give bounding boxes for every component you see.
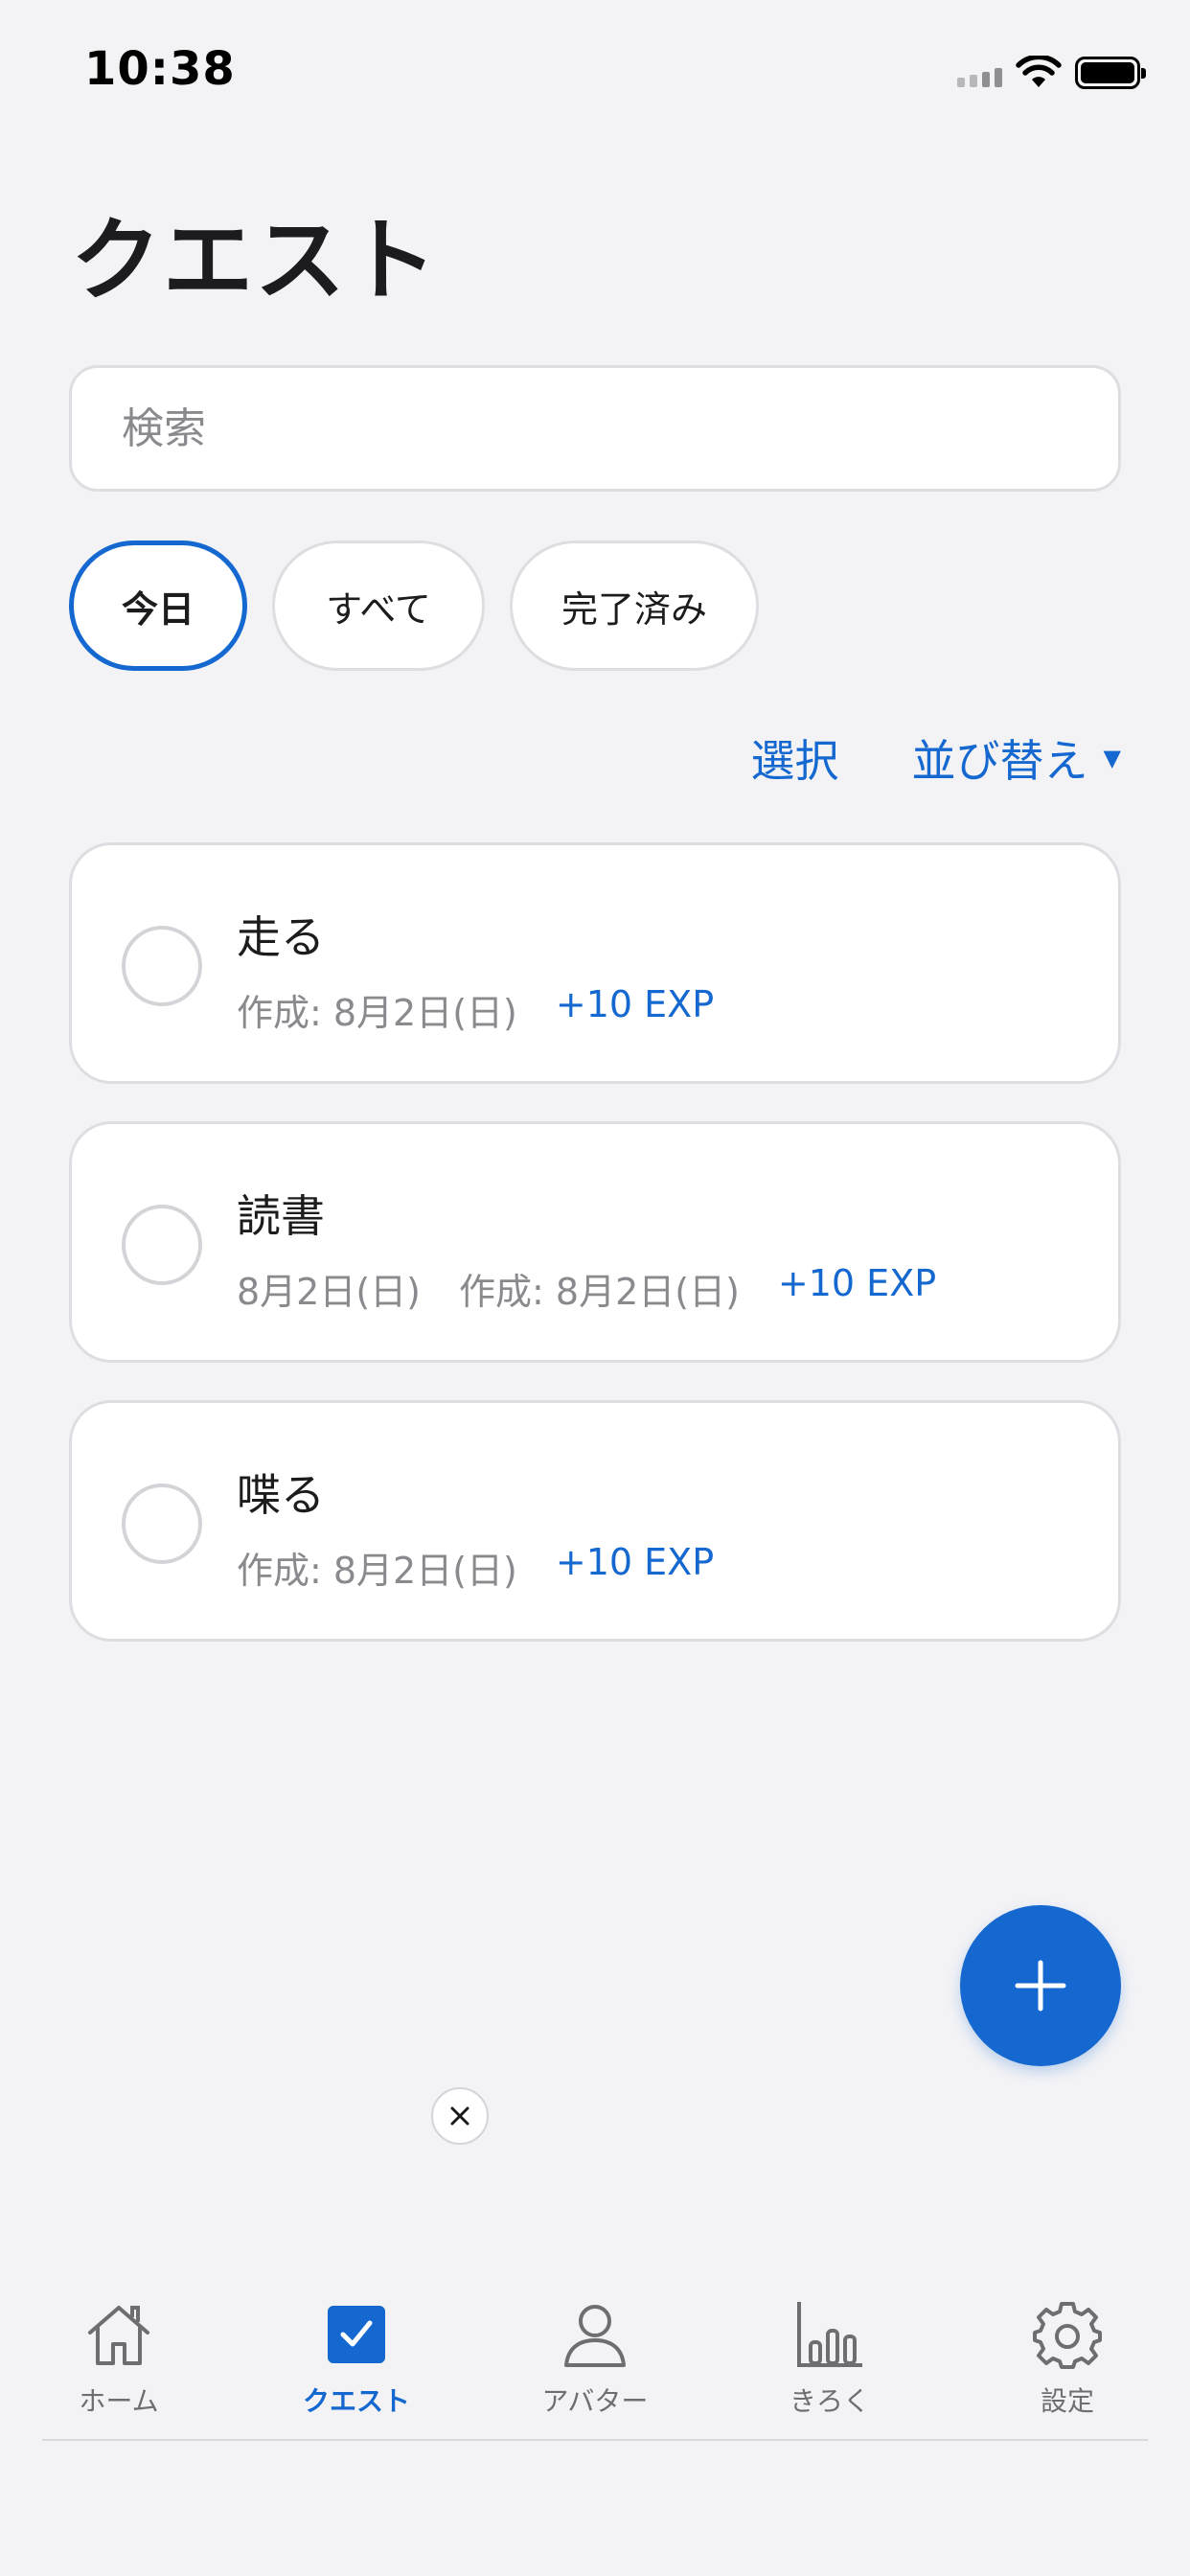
cellular-signal-icon [957, 58, 1002, 87]
quest-created-date: 作成: 8月2日(日) [237, 1550, 517, 1592]
dismiss-button[interactable] [431, 2087, 489, 2145]
home-icon [82, 2298, 155, 2371]
tab-avatar[interactable]: アバター [499, 2298, 691, 2432]
quest-exp: +10 EXP [555, 1541, 715, 1583]
tab-label: アバター [541, 2385, 649, 2417]
quest-created-date: 作成: 8月2日(日) [459, 1271, 740, 1313]
search-input[interactable] [69, 365, 1121, 492]
wifi-icon [1016, 56, 1062, 87]
caret-down-icon: ▼ [1103, 745, 1121, 771]
quest-card[interactable]: 読書 8月2日(日) 作成: 8月2日(日) +10 EXP [69, 1121, 1121, 1363]
person-icon [559, 2298, 631, 2371]
page-title: クエスト [71, 209, 440, 313]
complete-checkbox[interactable] [122, 1205, 202, 1285]
sort-button[interactable]: 並び替え ▼ [912, 726, 1121, 790]
add-quest-button[interactable] [960, 1905, 1121, 2066]
quest-title: 走る [237, 911, 325, 963]
status-time: 10:38 [84, 42, 236, 96]
select-label: 選択 [750, 735, 839, 787]
filter-chip-completed[interactable]: 完了済み [510, 540, 759, 671]
list-actions: 選択 並び替え ▼ [751, 726, 1121, 790]
battery-icon [1075, 57, 1146, 89]
gear-icon [1031, 2298, 1104, 2371]
filter-chip-all[interactable]: すべて [272, 540, 485, 671]
quest-card[interactable]: 喋る 作成: 8月2日(日) +10 EXP [69, 1400, 1121, 1642]
tab-quests[interactable]: クエスト [261, 2298, 452, 2432]
quest-created-date: 作成: 8月2日(日) [237, 992, 517, 1034]
close-icon [450, 2106, 469, 2126]
checkbox-icon [320, 2298, 393, 2371]
tab-settings[interactable]: 設定 [972, 2298, 1163, 2432]
tab-label: ホーム [79, 2385, 159, 2417]
tab-label: きろく [789, 2385, 870, 2417]
home-indicator-divider [42, 2439, 1148, 2441]
complete-checkbox[interactable] [122, 926, 202, 1006]
tab-home[interactable]: ホーム [23, 2298, 215, 2432]
bar-chart-icon [793, 2298, 866, 2371]
quest-exp: +10 EXP [555, 983, 715, 1025]
quest-meta: 作成: 8月2日(日) +10 EXP [237, 1541, 714, 1594]
quest-meta: 8月2日(日) 作成: 8月2日(日) +10 EXP [237, 1262, 936, 1315]
filter-chips: 今日 すべて 完了済み [69, 540, 759, 671]
quest-list: 走る 作成: 8月2日(日) +10 EXP 読書 8月2日(日) 作成: 8月… [69, 842, 1121, 1679]
sort-label: 並び替え [911, 735, 1088, 787]
complete-checkbox[interactable] [122, 1484, 202, 1564]
filter-chip-today[interactable]: 今日 [69, 540, 247, 671]
status-icons [957, 54, 1146, 92]
quest-title: 喋る [237, 1469, 325, 1521]
tab-records[interactable]: きろく [734, 2298, 926, 2432]
quest-exp: +10 EXP [777, 1262, 937, 1304]
tab-bar: ホーム クエスト アバター きろく 設定 [0, 2281, 1190, 2444]
tab-label: 設定 [1040, 2385, 1094, 2417]
select-button[interactable]: 選択 [751, 726, 839, 790]
quest-title: 読書 [237, 1190, 325, 1242]
tab-label: クエスト [302, 2385, 410, 2417]
plus-icon [1015, 1960, 1066, 2012]
quest-card[interactable]: 走る 作成: 8月2日(日) +10 EXP [69, 842, 1121, 1084]
quest-due-date: 8月2日(日) [237, 1271, 422, 1313]
quest-screen: 10:38 クエスト 今日 すべて 完了済み 選択 並び替え [0, 0, 1190, 2576]
status-bar: 10:38 [0, 0, 1190, 144]
quest-meta: 作成: 8月2日(日) +10 EXP [237, 983, 714, 1036]
